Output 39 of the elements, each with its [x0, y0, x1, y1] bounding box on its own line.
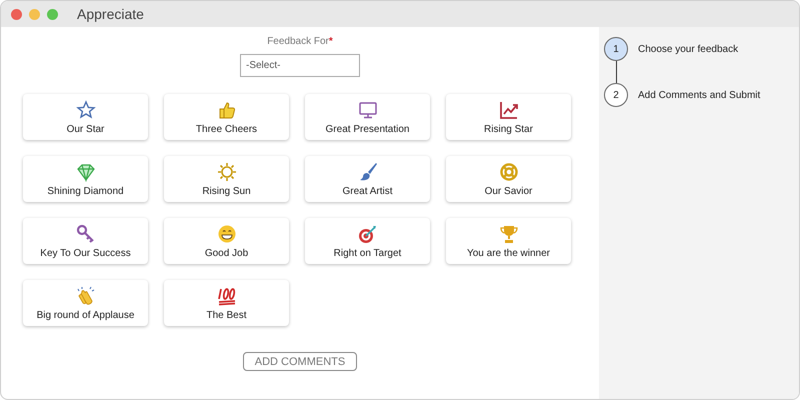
- feedback-card[interactable]: You are the winner: [446, 218, 571, 264]
- step-label: Choose your feedback: [638, 44, 738, 54]
- paintbrush-icon: [358, 162, 378, 182]
- feedback-card[interactable]: Good Job: [164, 218, 289, 264]
- feedback-card[interactable]: The Best: [164, 280, 289, 326]
- feedback-card[interactable]: Rising Sun: [164, 156, 289, 202]
- window-title: Appreciate: [77, 6, 144, 22]
- feedback-card[interactable]: Rising Star: [446, 94, 571, 140]
- select-field[interactable]: -Select-: [240, 54, 360, 77]
- monitor-icon: [358, 100, 378, 120]
- rising-chart-icon: [498, 100, 518, 120]
- feedback-card[interactable]: Big round of Applause: [23, 280, 148, 326]
- feedback-card[interactable]: Our Savior: [446, 156, 571, 202]
- target-icon: [358, 224, 378, 244]
- step-number: 1: [604, 37, 628, 61]
- field-label: Feedback For*: [267, 36, 333, 47]
- step-number: 2: [604, 83, 628, 107]
- feedback-card[interactable]: Our Star: [23, 94, 148, 140]
- feedback-card[interactable]: Shining Diamond: [23, 156, 148, 202]
- feedback-card[interactable]: Great Presentation: [305, 94, 430, 140]
- diamond-icon: [76, 162, 96, 182]
- hundred-points-icon: [216, 286, 236, 306]
- minimize-button[interactable]: [29, 8, 40, 20]
- feedback-card[interactable]: Great Artist: [305, 156, 430, 202]
- grinning-face-icon: [216, 224, 236, 244]
- add-comments-button[interactable]: ADD COMMENTS: [243, 352, 357, 371]
- lifebuoy-icon: [498, 162, 518, 182]
- star-icon: [76, 100, 96, 120]
- key-icon: [76, 224, 96, 244]
- feedback-card[interactable]: Right on Target: [305, 218, 430, 264]
- trophy-icon: [498, 224, 518, 244]
- feedback-card[interactable]: Key To Our Success: [23, 218, 148, 264]
- thumbs-up-icon: [216, 100, 236, 120]
- clapping-hands-icon: [76, 286, 96, 306]
- step-label: Add Comments and Submit: [638, 90, 760, 100]
- close-button[interactable]: [11, 8, 22, 20]
- maximize-button[interactable]: [47, 8, 58, 20]
- sun-icon: [216, 162, 236, 182]
- feedback-card[interactable]: Three Cheers: [164, 94, 289, 140]
